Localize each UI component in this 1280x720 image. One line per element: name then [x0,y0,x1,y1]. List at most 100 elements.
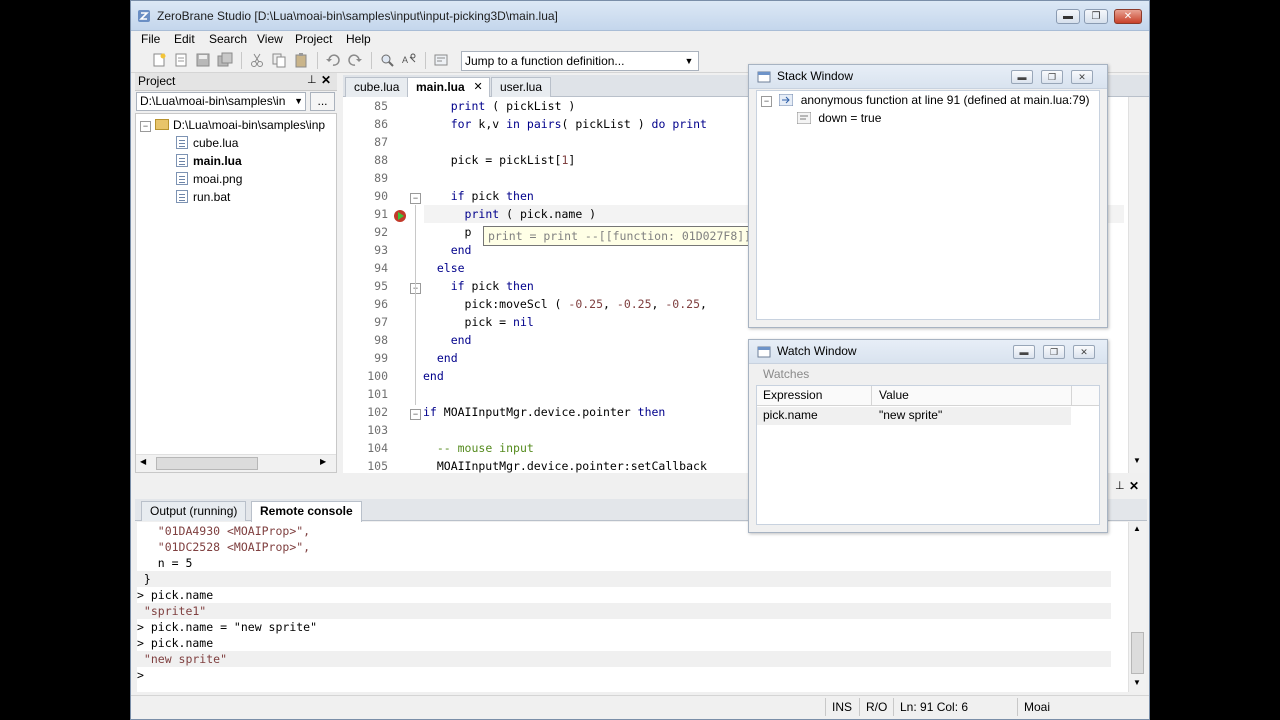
line-number: 99 [374,351,388,365]
browse-project-button[interactable]: ... [310,92,335,111]
open-file-icon[interactable] [173,52,189,68]
tree-root-label: D:\Lua\moai-bin\samples\inp [173,118,326,132]
tree-file-label: moai.png [193,172,243,186]
project-panel-title: Project [138,74,176,88]
paste-icon[interactable] [293,52,309,68]
undo-icon[interactable] [325,52,341,68]
chevron-down-icon[interactable]: ▼ [682,52,696,70]
line-number: 98 [374,333,388,347]
scroll-left-icon[interactable]: ◀ [140,457,146,466]
function-jump-dropdown[interactable]: Jump to a function definition... ▼ [461,51,699,71]
stack-window: Stack Window ▬ ❐ ✕ − anonymous function … [748,64,1108,328]
tree-root[interactable]: − D:\Lua\moai-bin\samples\inp [140,116,325,134]
console-prompt[interactable]: > [137,667,1111,683]
panel-close-icon[interactable]: ✕ [321,73,331,87]
close-button[interactable]: ✕ [1071,70,1093,84]
tree-file-run[interactable]: run.bat [176,188,230,206]
menu-project[interactable]: Project [290,31,337,47]
column-value[interactable]: Value [879,388,909,402]
tree-file-label: main.lua [193,154,242,168]
tree-file-moai[interactable]: moai.png [176,170,242,188]
fold-guide [415,205,416,405]
close-button[interactable]: ✕ [1114,9,1142,24]
new-file-icon[interactable] [151,52,167,68]
collapse-icon[interactable]: − [761,96,772,107]
watch-section-header: Watches [757,365,1101,385]
collapse-icon[interactable]: − [140,121,151,132]
fold-toggle-icon[interactable]: − [410,409,421,420]
tab-output[interactable]: Output (running) [141,501,247,521]
variable-icon [796,111,812,125]
tab-main-lua[interactable]: main.lua ✕ [407,77,490,98]
column-divider [1071,386,1072,406]
scroll-up-icon[interactable]: ▲ [1133,524,1141,533]
save-icon[interactable] [195,52,211,68]
column-expression[interactable]: Expression [763,388,822,402]
editor-vscrollbar[interactable]: ▼ [1128,97,1146,473]
tab-user-lua[interactable]: user.lua [491,77,552,97]
save-all-icon[interactable] [217,52,233,68]
close-button[interactable]: ✕ [1073,345,1095,359]
svg-text:A: A [402,55,408,65]
menu-view[interactable]: View [252,31,288,47]
watch-row[interactable]: pick.name "new sprite" [757,407,1071,425]
folder-icon [155,119,169,130]
stack-variable[interactable]: down = true [796,109,882,127]
stack-frame[interactable]: − anonymous function at line 91 (defined… [761,91,1090,109]
copy-icon[interactable] [271,52,287,68]
menu-edit[interactable]: Edit [169,31,200,47]
title-bar: ZeroBrane Studio [D:\Lua\moai-bin\sample… [131,1,1149,31]
tab-label: cube.lua [354,80,400,94]
remote-console[interactable]: "01DA4930 <MOAIProp>", "01DC2528 <MOAIPr… [137,522,1129,692]
watch-list[interactable]: Expression Value pick.name "new sprite" [756,385,1100,525]
menu-help[interactable]: Help [341,31,376,47]
menu-file[interactable]: File [136,31,165,47]
project-hscrollbar[interactable]: ◀ ▶ [136,454,336,472]
fold-toggle-icon[interactable]: − [410,193,421,204]
maximize-button[interactable]: ❐ [1041,70,1063,84]
tab-remote-console[interactable]: Remote console [251,501,362,522]
watch-window: Watch Window ▬ ❐ ✕ Watches Expression Va… [748,339,1108,533]
console-vscrollbar[interactable]: ▲ ▼ [1128,522,1146,692]
scroll-right-icon[interactable]: ▶ [320,457,326,466]
redo-icon[interactable] [347,52,363,68]
tab-close-icon[interactable]: ✕ [473,78,482,96]
pin-icon[interactable]: ⊥ [1115,479,1125,492]
settings-icon[interactable] [433,52,449,68]
menu-search[interactable]: Search [204,31,252,47]
tree-file-cube[interactable]: cube.lua [176,134,238,152]
scroll-thumb[interactable] [1131,632,1144,674]
column-divider [871,386,872,406]
replace-icon[interactable]: A [401,52,417,68]
tree-file-label: cube.lua [193,136,239,150]
tree-file-main[interactable]: main.lua [176,152,242,170]
find-icon[interactable] [379,52,395,68]
image-file-icon [176,172,188,185]
watch-expression[interactable]: pick.name [763,408,818,422]
current-line-arrow-icon[interactable] [393,209,407,223]
tab-cube-lua[interactable]: cube.lua [345,77,409,97]
line-number: 95 [374,279,388,293]
line-number: 93 [374,243,388,257]
cut-icon[interactable] [249,52,265,68]
project-path-dropdown[interactable]: D:\Lua\moai-bin\samples\in ▼ [136,92,306,111]
maximize-button[interactable]: ❐ [1084,9,1108,24]
minimize-button[interactable]: ▬ [1011,70,1033,84]
pin-icon[interactable]: ⊥ [307,73,317,86]
console-line: n = 5 [137,556,193,570]
status-readonly: R/O [859,698,893,716]
maximize-button[interactable]: ❐ [1043,345,1065,359]
stack-variable-label: down = true [818,111,882,125]
scroll-thumb[interactable] [156,457,258,470]
app-logo-icon [138,10,150,22]
chevron-down-icon[interactable]: ▼ [294,93,303,110]
minimize-button[interactable]: ▬ [1013,345,1035,359]
scroll-down-icon[interactable]: ▼ [1133,678,1141,687]
panel-close-icon[interactable]: ✕ [1129,479,1139,493]
minimize-button[interactable]: ▬ [1056,9,1080,24]
scroll-down-icon[interactable]: ▼ [1133,456,1141,465]
tab-label: user.lua [500,80,543,94]
stack-tree: − anonymous function at line 91 (defined… [756,90,1100,320]
stack-window-icon [757,71,771,83]
lua-file-icon [176,136,188,149]
